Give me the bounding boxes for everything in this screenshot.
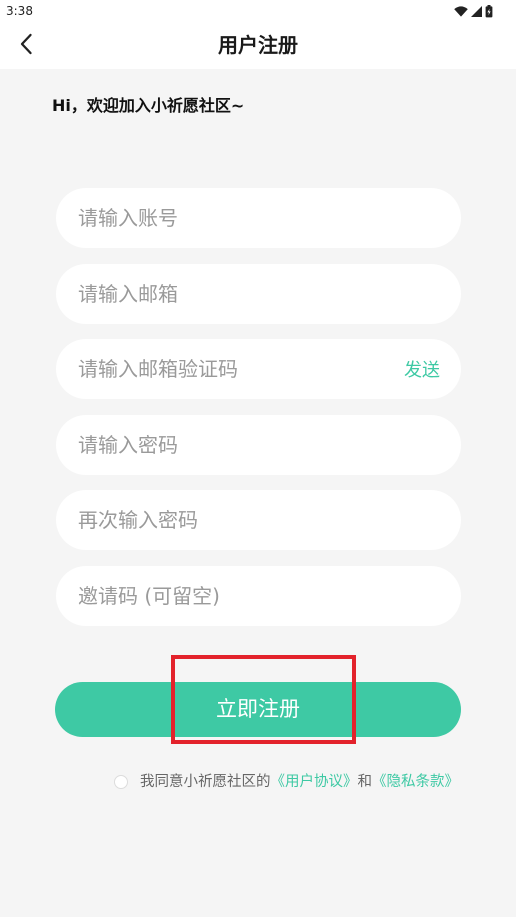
email-code-input[interactable] (78, 357, 394, 381)
status-bar: 3:38 (0, 0, 516, 22)
wifi-icon (454, 5, 468, 17)
account-field[interactable] (56, 188, 461, 248)
agreement-prefix: 我同意小祈愿社区的 (140, 774, 271, 790)
agreement-conjunction: 和 (357, 774, 373, 790)
agree-radio[interactable] (114, 775, 128, 789)
email-input[interactable] (78, 281, 440, 306)
invite-code-input[interactable] (78, 583, 440, 608)
email-code-field[interactable]: 发送 (56, 339, 461, 399)
password-field[interactable] (56, 414, 461, 475)
header: 用户注册 (0, 22, 516, 69)
terms-link[interactable]: 《用户协议》 (271, 772, 358, 792)
confirm-password-field[interactable] (56, 490, 461, 550)
status-time: 3:38 (6, 4, 33, 18)
password-input[interactable] (78, 432, 440, 457)
privacy-link[interactable]: 《隐私条款》 (372, 772, 459, 792)
page-title: 用户注册 (218, 33, 298, 57)
status-icons (454, 4, 493, 18)
chevron-left-icon (19, 33, 33, 55)
register-button[interactable]: 立即注册 (55, 682, 461, 737)
signal-icon (471, 5, 482, 17)
email-field[interactable] (56, 263, 461, 324)
confirm-password-input[interactable] (78, 508, 440, 532)
invite-code-field[interactable] (56, 565, 461, 626)
back-button[interactable] (12, 30, 40, 58)
agreement-row: 我同意小祈愿社区的 《用户协议》 和 《隐私条款》 (114, 772, 459, 792)
account-input[interactable] (78, 206, 440, 230)
battery-icon (485, 4, 493, 18)
send-code-button[interactable]: 发送 (404, 356, 440, 382)
greeting-text: Hi，欢迎加入小祈愿社区~ (52, 96, 245, 115)
register-form: 发送 (56, 188, 461, 626)
